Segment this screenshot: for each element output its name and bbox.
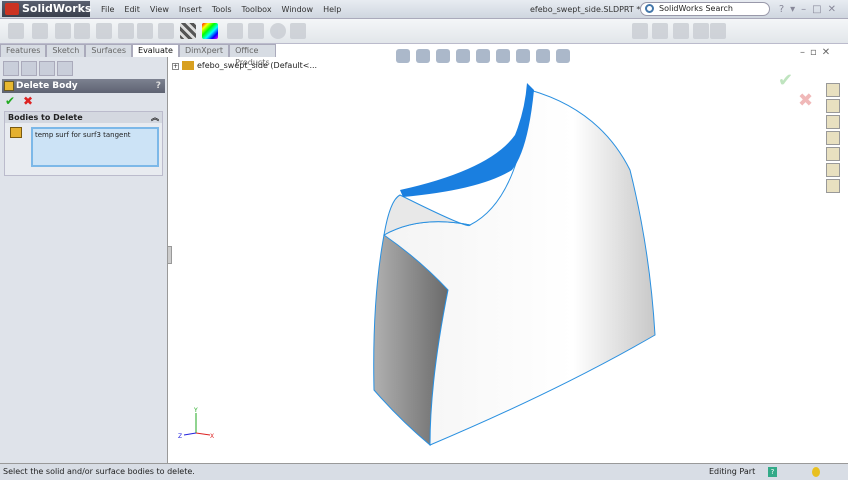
coordinate-triad-icon: Y X Z xyxy=(178,407,214,440)
status-message: Select the solid and/or surface bodies t… xyxy=(3,467,195,476)
svg-text:Y: Y xyxy=(193,407,198,414)
quick-tips-icon[interactable]: ? xyxy=(768,467,777,477)
svg-text:Z: Z xyxy=(178,433,182,440)
status-bar: Select the solid and/or surface bodies t… xyxy=(0,463,848,480)
editing-mode: Editing Part xyxy=(709,467,756,476)
svg-text:X: X xyxy=(210,433,214,440)
3d-part-model[interactable] xyxy=(0,0,848,480)
rebuild-icon[interactable] xyxy=(812,467,820,477)
